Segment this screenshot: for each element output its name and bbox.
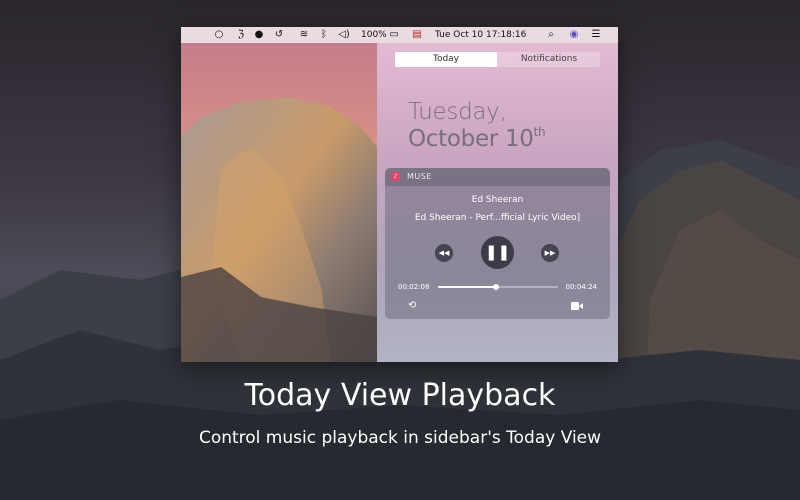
circle-icon[interactable]: ○ [214,27,224,43]
next-button[interactable]: ▶▶ [541,244,559,262]
total-time: 00:04:24 [565,283,597,291]
siri-icon[interactable]: ◉ [568,27,580,43]
feature-title: Today View Playback [244,378,556,413]
menu-bar: ○ ℨ ● ↺ ≋ ᛒ ◁) 100% ▭ ▤ Tue Oct 10 17:18… [181,27,618,43]
pause-button[interactable]: ❚❚ [481,236,514,269]
wifi-icon[interactable]: ≋ [297,27,311,43]
muse-widget: ♪ MUSE Ed Sheeran Ed Sheeran - Perf...ff… [385,168,610,319]
previous-icon: ◀◀ [438,249,450,257]
notification-center-icon[interactable]: ☰ [589,27,603,43]
muse-app-icon: ♪ [391,172,400,181]
bluetooth-icon[interactable]: ᛒ [319,27,329,43]
artist-name: Ed Sheeran [471,195,524,205]
volume-icon[interactable]: ◁) [338,27,350,43]
tab-notifications[interactable]: Notifications [498,52,600,67]
app-screenshot: ○ ℨ ● ↺ ≋ ᛒ ◁) 100% ▭ ▤ Tue Oct 10 17:18… [181,27,618,362]
flag-icon[interactable]: ▤ [410,27,424,43]
date-suffix: th [533,125,546,139]
progress-fill [438,286,497,288]
widget-title: MUSE [407,172,432,181]
progress-knob[interactable] [493,284,500,290]
tab-switcher: Today Notifications [395,52,600,67]
date-month-day: October 10 [408,126,534,152]
app-icon[interactable]: ℨ [235,27,247,43]
time-machine-icon[interactable]: ↺ [273,27,285,43]
feature-subtitle: Control music playback in sidebar's Toda… [198,428,602,448]
widget-header: ♪ MUSE [385,168,610,186]
date-day: October 10th [408,125,546,152]
song-title: Ed Sheeran - Perf...fficial Lyric Video] [414,213,581,223]
elapsed-time: 00:02:08 [398,283,430,291]
battery-percent[interactable]: 100% [361,27,387,43]
video-icon[interactable] [571,302,583,310]
muse-icon[interactable]: ● [253,27,265,43]
date-weekday: Tuesday, [408,99,507,125]
next-icon: ▶▶ [544,249,556,257]
menubar-clock[interactable]: Tue Oct 10 17:18:16 [435,27,526,43]
repeat-icon[interactable]: ⟲ [408,301,416,311]
battery-icon[interactable]: ▭ [386,27,402,43]
tab-today[interactable]: Today [395,52,497,67]
previous-button[interactable]: ◀◀ [435,244,453,262]
pause-icon: ❚❚ [484,243,511,261]
notification-center: Today Notifications Tuesday, October 10t… [377,43,618,362]
progress-slider[interactable] [438,284,558,290]
search-icon[interactable]: ⌕ [545,27,557,43]
